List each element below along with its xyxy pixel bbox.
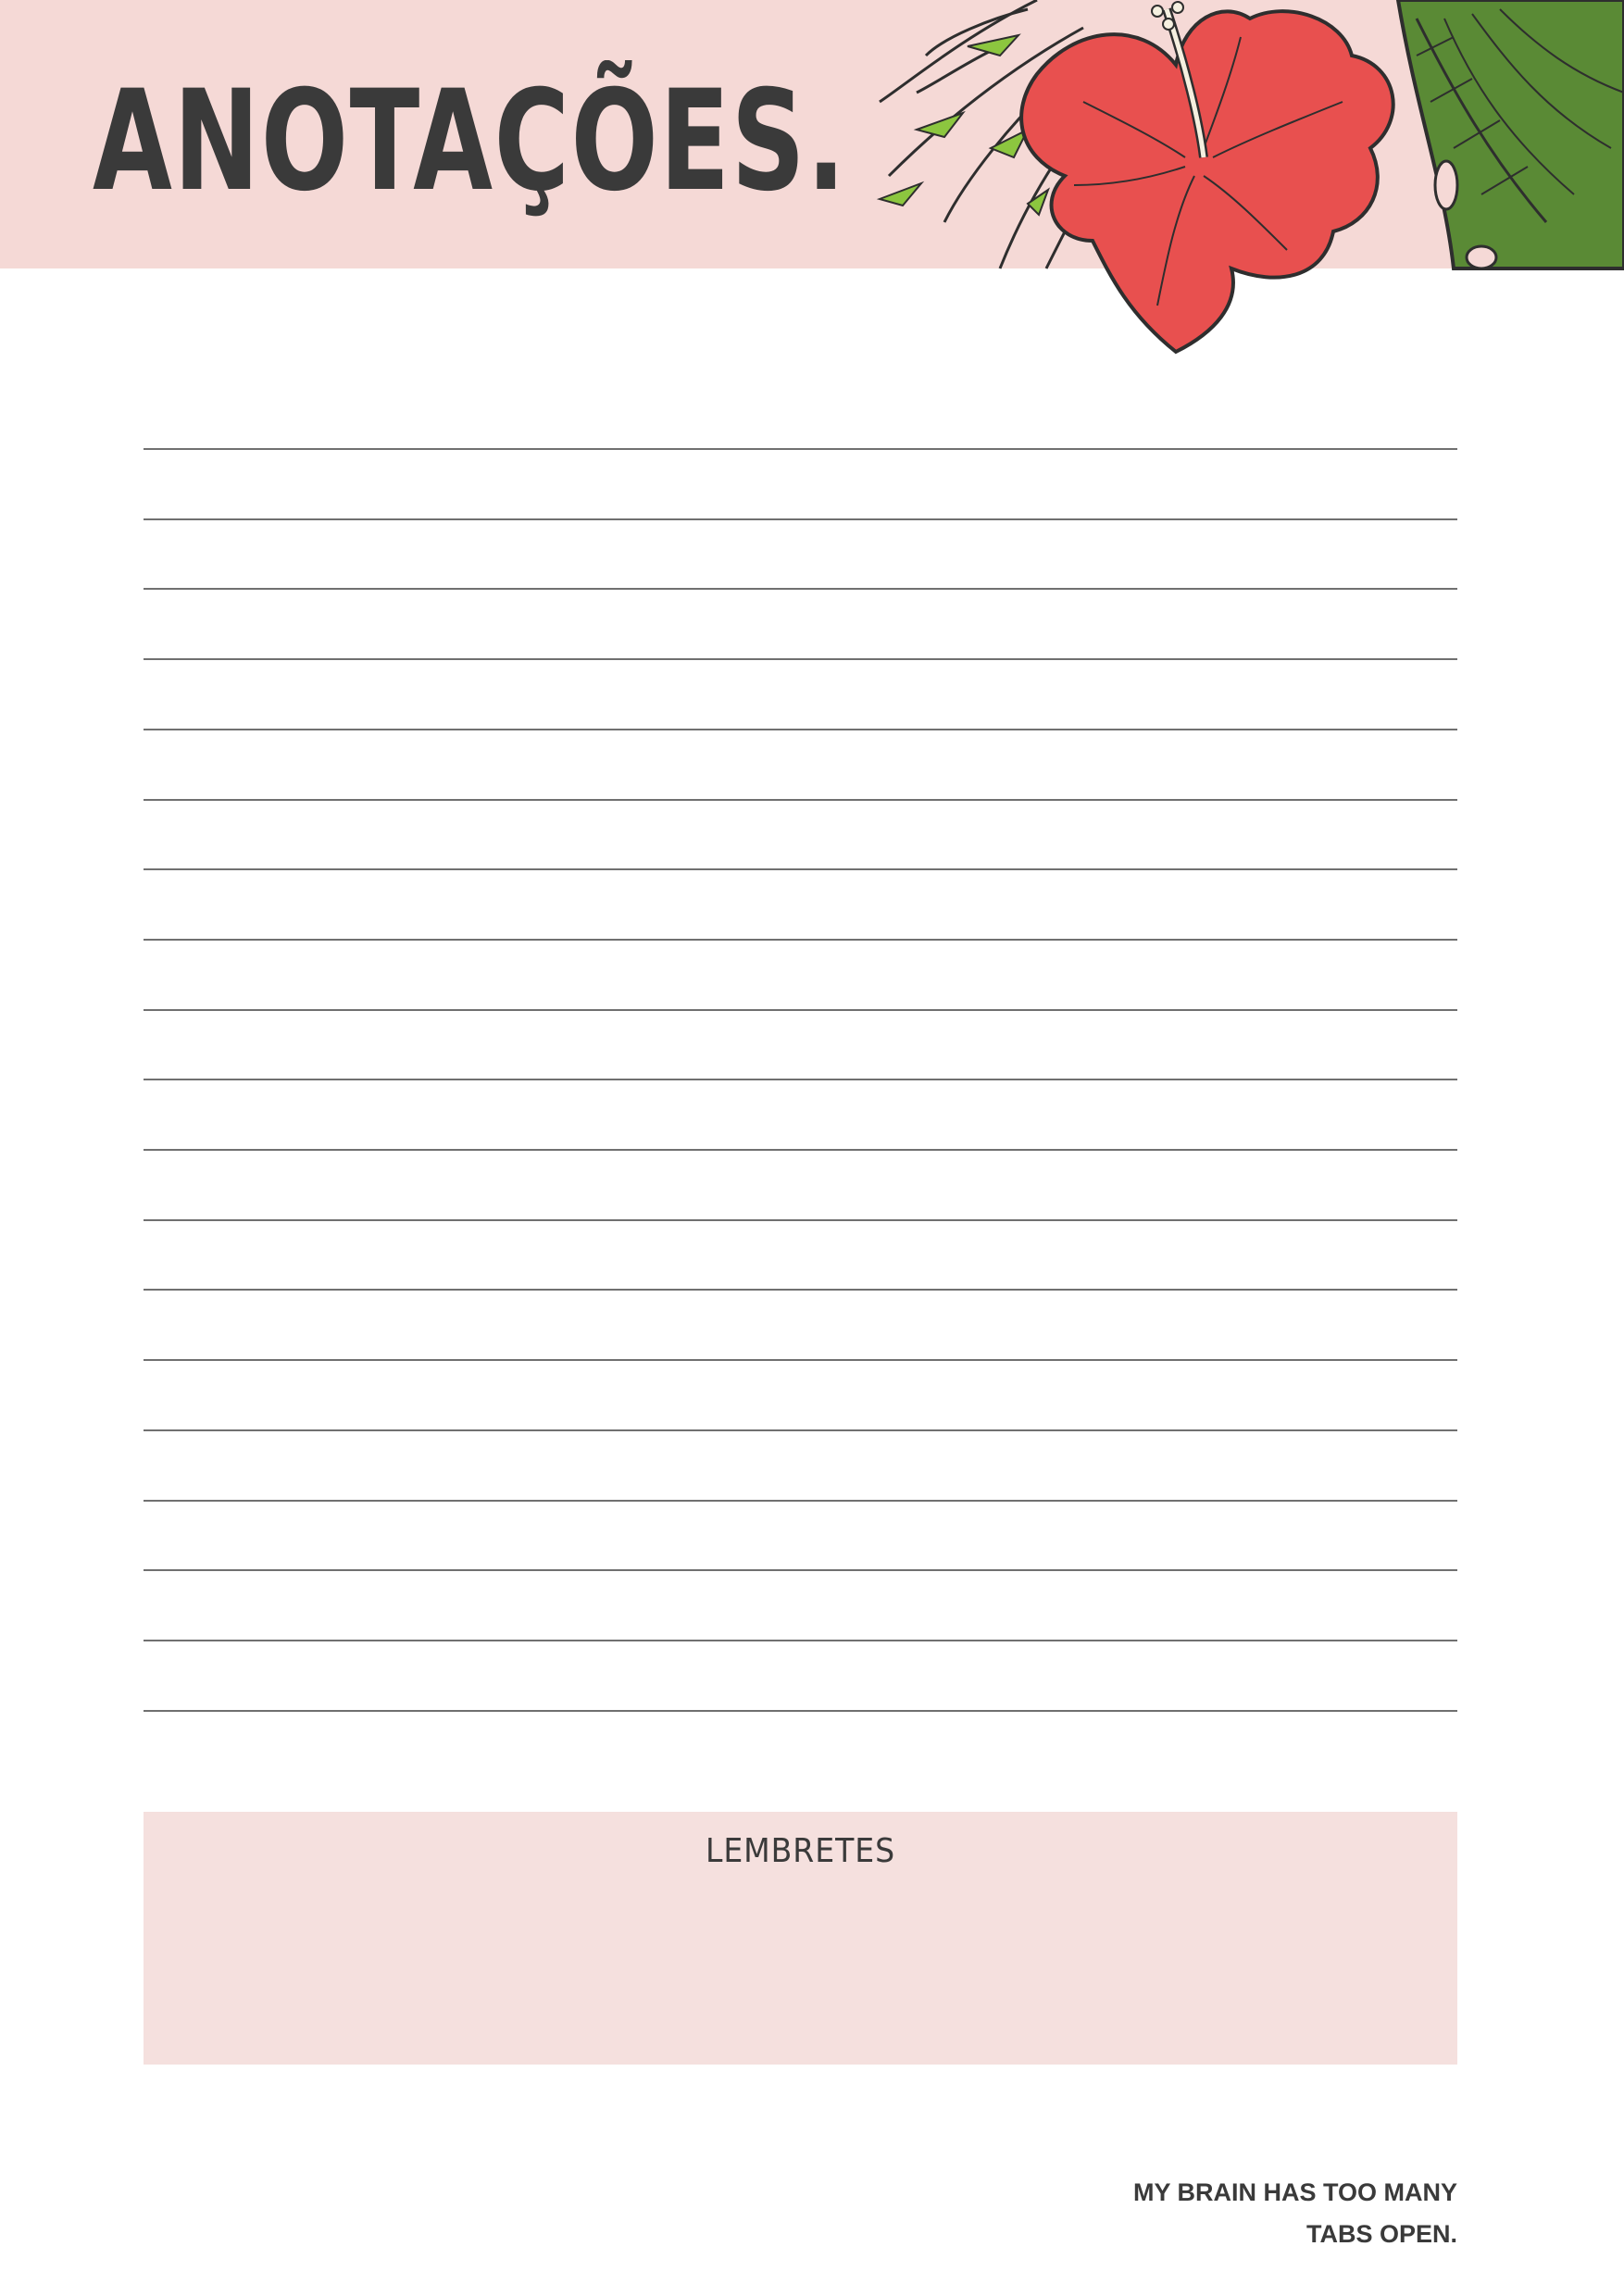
ruled-line [144, 1289, 1457, 1292]
notes-lines-area[interactable] [144, 448, 1457, 1712]
monstera-leaf-graphic [1395, 0, 1624, 270]
ruled-line [144, 1079, 1457, 1081]
footer-quote: MY BRAIN HAS TOO MANY TABS OPEN. [1133, 2172, 1457, 2255]
ruled-line [144, 798, 1457, 801]
ruled-line [144, 728, 1457, 730]
footer-quote-line-2: TABS OPEN. [1305, 2220, 1457, 2248]
ruled-line [144, 1639, 1457, 1641]
footer-quote-line-1: MY BRAIN HAS TOO MANY [1132, 2178, 1457, 2206]
reminders-label: LEMBRETES [705, 1832, 896, 1870]
ruled-line [144, 1008, 1457, 1011]
ruled-line [144, 448, 1457, 450]
ruled-line [144, 1499, 1457, 1502]
reminders-box[interactable]: LEMBRETES [144, 1812, 1457, 2065]
ruled-line [144, 518, 1457, 520]
ruled-line [144, 1149, 1457, 1151]
page-title: ANOTAÇÕES. [93, 61, 847, 222]
ruled-line [144, 1429, 1457, 1431]
hibiscus-flower-graphic [1019, 9, 1395, 355]
tropical-illustration [876, 0, 1624, 355]
ruled-line [144, 1709, 1457, 1712]
ruled-line [144, 938, 1457, 941]
ruled-line [144, 588, 1457, 591]
ruled-line [144, 1218, 1457, 1221]
ruled-line [144, 1569, 1457, 1572]
ruled-line [144, 868, 1457, 871]
ruled-line [144, 658, 1457, 661]
ruled-line [144, 1359, 1457, 1362]
